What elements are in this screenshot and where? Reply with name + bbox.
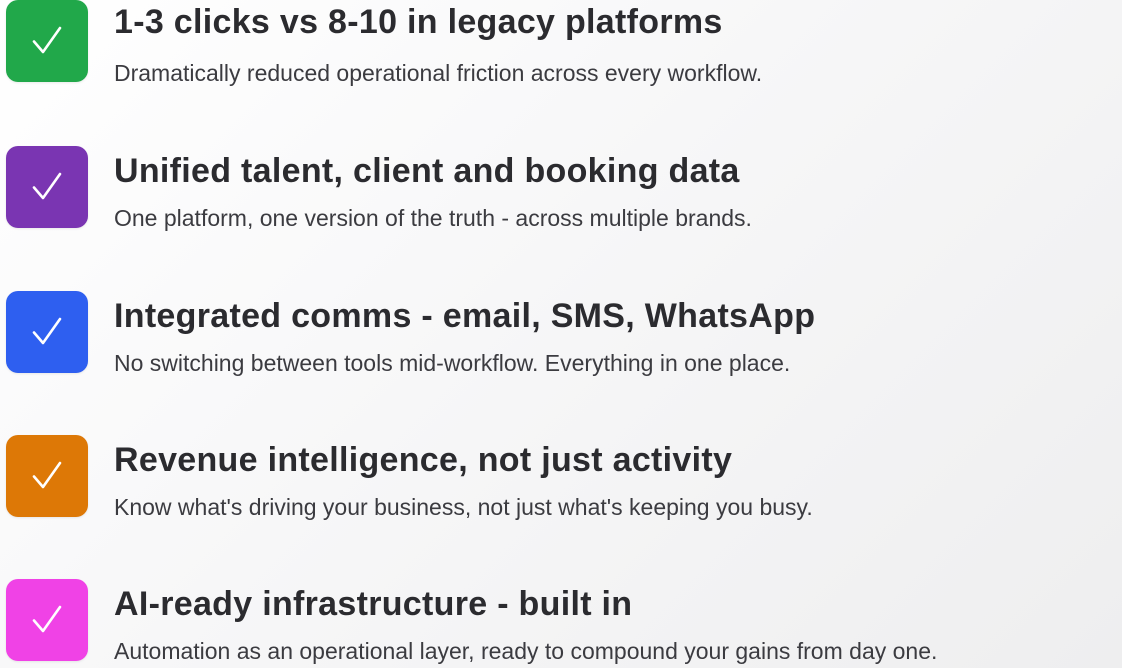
checkmark-glyph xyxy=(32,605,62,633)
check-icon xyxy=(6,0,88,82)
feature-item-clicks: 1-3 clicks vs 8-10 in legacy platforms D… xyxy=(6,0,1122,90)
feature-description: Know what's driving your business, not j… xyxy=(114,494,813,520)
feature-item-unified-data: Unified talent, client and booking data … xyxy=(6,146,1122,236)
check-icon xyxy=(6,291,88,373)
checkmark-glyph xyxy=(32,461,62,489)
check-icon xyxy=(6,579,88,661)
check-icon xyxy=(6,435,88,517)
feature-item-ai-ready: AI-ready infrastructure - built in Autom… xyxy=(6,579,1122,668)
feature-title: 1-3 clicks vs 8-10 in legacy platforms xyxy=(114,3,723,41)
feature-title: Integrated comms - email, SMS, WhatsApp xyxy=(114,297,816,335)
feature-title: AI-ready infrastructure - built in xyxy=(114,585,633,623)
feature-item-comms: Integrated comms - email, SMS, WhatsApp … xyxy=(6,291,1122,381)
checkmark-glyph xyxy=(32,317,62,345)
check-icon xyxy=(6,146,88,228)
feature-title: Revenue intelligence, not just activity xyxy=(114,441,733,479)
checkmark-glyph xyxy=(32,172,62,200)
feature-description: One platform, one version of the truth -… xyxy=(114,205,752,231)
feature-description: No switching between tools mid-workflow.… xyxy=(114,350,791,376)
checkmark-glyph xyxy=(32,26,62,54)
feature-item-revenue: Revenue intelligence, not just activity … xyxy=(6,435,1122,525)
feature-title: Unified talent, client and booking data xyxy=(114,152,740,190)
feature-description: Automation as an operational layer, read… xyxy=(114,638,938,664)
feature-list: 1-3 clicks vs 8-10 in legacy platforms D… xyxy=(0,0,1122,668)
feature-description: Dramatically reduced operational frictio… xyxy=(114,60,763,86)
